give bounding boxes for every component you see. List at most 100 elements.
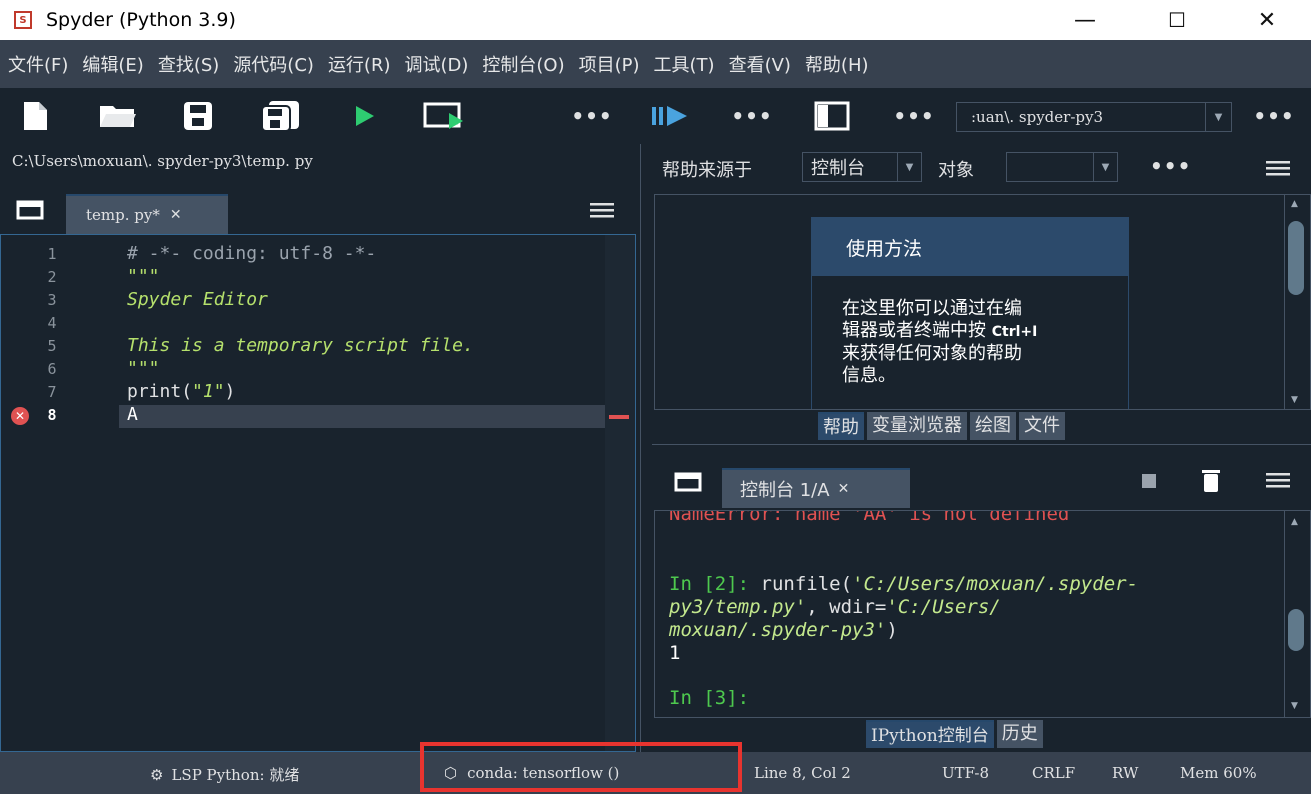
console-prompt: In [2]:	[669, 573, 761, 595]
error-marker[interactable]	[609, 415, 629, 419]
lsp-status[interactable]: ⚙ LSP Python: 就绪	[150, 764, 299, 785]
tab-variable-explorer[interactable]: 变量浏览器	[867, 412, 967, 440]
console-output: 1	[669, 642, 681, 664]
debug-icon[interactable]	[650, 100, 690, 132]
line-number: 4	[47, 314, 57, 332]
save-all-icon[interactable]	[260, 100, 302, 132]
help-source-value: 控制台	[811, 158, 865, 179]
horizontal-splitter[interactable]	[652, 444, 1311, 452]
toolbar-more-button-1[interactable]: •••	[571, 100, 611, 132]
menu-debug[interactable]: 调试(D)	[405, 51, 469, 77]
save-icon[interactable]	[182, 100, 214, 132]
line-number: 3	[47, 291, 57, 309]
clear-console-icon[interactable]	[1200, 468, 1222, 498]
window-title: Spyder (Python 3.9)	[46, 9, 236, 31]
tab-files[interactable]: 文件	[1019, 412, 1065, 440]
close-tab-icon[interactable]: ✕	[170, 207, 182, 223]
stop-icon[interactable]	[1142, 474, 1156, 488]
hamburger-menu-icon[interactable]	[1266, 472, 1290, 492]
browse-tabs-icon[interactable]	[674, 472, 702, 496]
menu-projects[interactable]: 项目(P)	[579, 51, 640, 77]
menu-tools[interactable]: 工具(T)	[654, 51, 715, 77]
pane-splitter[interactable]	[640, 144, 652, 752]
code-analysis-bar	[605, 235, 635, 751]
code-line-2: """	[127, 266, 160, 287]
new-file-icon[interactable]	[20, 100, 50, 132]
working-directory-combo[interactable]: :uan\. spyder-py3 ▼	[956, 102, 1232, 132]
help-more-button[interactable]: •••	[1150, 154, 1191, 178]
close-tab-icon[interactable]: ✕	[838, 481, 850, 497]
maximize-button[interactable]: ☐	[1154, 0, 1200, 40]
lsp-status-text: LSP Python: 就绪	[171, 766, 300, 784]
scroll-up-icon[interactable]: ▲	[1291, 199, 1298, 209]
tab-ipython-console[interactable]: IPython控制台	[866, 720, 994, 748]
error-icon[interactable]: ✕	[11, 407, 29, 425]
browse-tabs-icon[interactable]	[16, 200, 44, 224]
help-content-view[interactable]: 使用方法 在这里你可以通过在编 辑器或者终端中按 Ctrl+I 来获得任何对象的…	[654, 194, 1311, 410]
menu-run[interactable]: 运行(R)	[328, 51, 391, 77]
code-line-5: This is a temporary script file.	[127, 335, 474, 356]
toolbar-more-button-4[interactable]: •••	[1253, 100, 1293, 132]
console-scrollbar[interactable]: ▲ ▼	[1284, 511, 1306, 717]
toolbar-more-button-2[interactable]: •••	[731, 100, 771, 132]
usage-body: 在这里你可以通过在编 辑器或者终端中按 Ctrl+I 来获得任何对象的帮助 信息…	[812, 276, 1128, 387]
tab-history[interactable]: 历史	[996, 720, 1043, 748]
help-object-combo[interactable]: ▼	[1006, 152, 1118, 182]
run-cell-icon[interactable]	[422, 100, 468, 132]
chevron-down-icon[interactable]: ▼	[1093, 153, 1117, 181]
scrollbar-thumb[interactable]	[1288, 221, 1304, 295]
menu-edit[interactable]: 编辑(E)	[82, 51, 143, 77]
minimize-button[interactable]: —	[1062, 0, 1108, 40]
line-endings: CRLF	[1032, 764, 1076, 782]
menu-search[interactable]: 查找(S)	[158, 51, 219, 77]
close-window-button[interactable]: ✕	[1244, 0, 1290, 40]
open-folder-icon[interactable]	[98, 100, 138, 132]
chevron-down-icon[interactable]: ▼	[897, 153, 921, 181]
code-paren: (	[181, 381, 193, 402]
line-number-gutter: 1 2 3 4 5 6 7 ✕ 8	[1, 235, 119, 751]
usage-card: 使用方法 在这里你可以通过在编 辑器或者终端中按 Ctrl+I 来获得任何对象的…	[811, 217, 1129, 409]
console-tab[interactable]: 控制台 1/A ✕	[722, 468, 910, 508]
help-source-combo[interactable]: 控制台 ▼	[802, 152, 922, 182]
run-icon[interactable]	[350, 100, 380, 132]
file-encoding: UTF-8	[942, 764, 989, 782]
editor-tab-temp[interactable]: temp. py* ✕	[66, 194, 228, 234]
editor-pane: C:\Users\moxuan\. spyder-py3\temp. py te…	[0, 144, 640, 752]
code-text-area[interactable]: # -*- coding: utf-8 -*- """ Spyder Edito…	[119, 235, 605, 751]
help-pane: 帮助来源于 控制台 ▼ 对象 ▼ ••• 使用方法 在这里你可以通过在编 辑器或…	[652, 144, 1311, 444]
menu-consoles[interactable]: 控制台(O)	[482, 51, 564, 77]
toolbar-more-button-3[interactable]: •••	[893, 100, 933, 132]
console-input-2-cont: py3/temp.py', wdir='C:/Users/	[669, 596, 1001, 618]
console-pane-tabs: IPython控制台 历史	[866, 720, 1046, 748]
console-string: 'C:/Users/moxuan/.spyder-	[852, 573, 1139, 595]
console-string: moxuan/.spyder-py3'	[669, 619, 887, 641]
help-toolbar: 帮助来源于 控制台 ▼ 对象 ▼ •••	[652, 144, 1311, 190]
scrollbar-thumb[interactable]	[1288, 609, 1304, 651]
scroll-down-icon[interactable]: ▼	[1291, 395, 1298, 405]
hamburger-menu-icon[interactable]	[1266, 160, 1290, 180]
scroll-down-icon[interactable]: ▼	[1291, 701, 1298, 711]
menu-source[interactable]: 源代码(C)	[233, 51, 314, 77]
help-scrollbar[interactable]: ▲ ▼	[1284, 195, 1306, 409]
tab-help[interactable]: 帮助	[818, 412, 864, 440]
line-number: 2	[47, 268, 57, 286]
menu-file[interactable]: 文件(F)	[8, 51, 68, 77]
file-permissions: RW	[1112, 764, 1139, 782]
annotation-highlight-box	[420, 742, 742, 792]
editor-tab-label: temp. py*	[86, 206, 160, 224]
console-prompt-3: In [3]:	[669, 687, 750, 709]
chevron-down-icon[interactable]: ▼	[1205, 103, 1231, 131]
console-pane: 控制台 1/A ✕ NameError: name 'AA' is not de…	[652, 452, 1311, 752]
menu-help[interactable]: 帮助(H)	[805, 51, 869, 77]
ipython-console[interactable]: NameError: name 'AA' is not defined In […	[654, 510, 1311, 718]
scroll-up-icon[interactable]: ▲	[1291, 517, 1298, 527]
tab-plots[interactable]: 绘图	[970, 412, 1016, 440]
maximize-pane-icon[interactable]	[812, 100, 852, 132]
hamburger-menu-icon[interactable]	[590, 202, 614, 222]
menu-bar: 文件(F) 编辑(E) 查找(S) 源代码(C) 运行(R) 调试(D) 控制台…	[0, 40, 1311, 88]
shortcut-key: Ctrl+I	[991, 324, 1038, 340]
console-input-2: In [2]: runfile('C:/Users/moxuan/.spyder…	[669, 573, 1138, 595]
help-source-label: 帮助来源于	[662, 160, 752, 181]
menu-view[interactable]: 查看(V)	[729, 51, 791, 77]
code-editor[interactable]: 1 2 3 4 5 6 7 ✕ 8 # -*- coding: utf-8 -*…	[0, 234, 636, 752]
